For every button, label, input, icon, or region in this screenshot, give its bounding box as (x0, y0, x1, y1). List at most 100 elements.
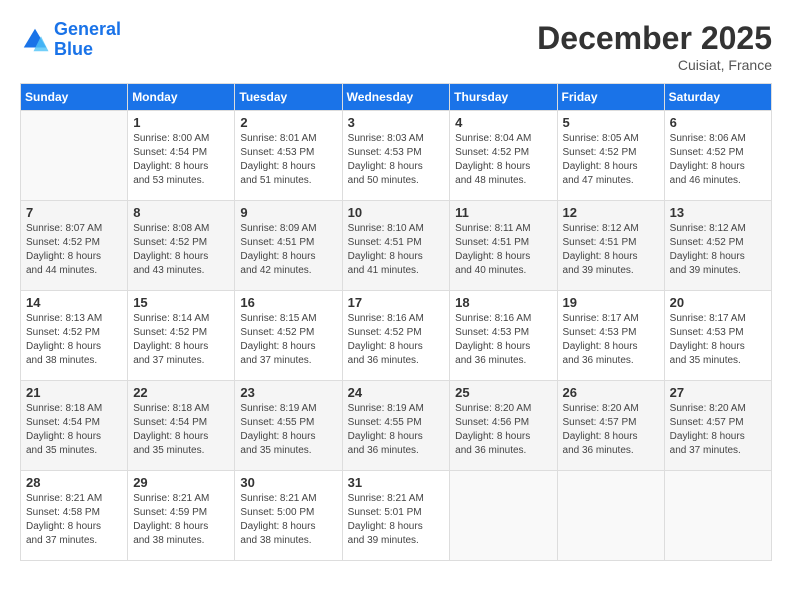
calendar-cell: 27Sunrise: 8:20 AMSunset: 4:57 PMDayligh… (664, 381, 771, 471)
calendar-table: SundayMondayTuesdayWednesdayThursdayFrid… (20, 83, 772, 561)
calendar-cell (21, 111, 128, 201)
day-number: 23 (240, 385, 336, 400)
day-info: Sunrise: 8:03 AMSunset: 4:53 PMDaylight:… (348, 132, 445, 188)
day-number: 12 (563, 205, 659, 220)
day-info: Sunrise: 8:11 AMSunset: 4:51 PMDaylight:… (455, 222, 551, 278)
day-number: 18 (455, 295, 551, 310)
month-title: December 2025 (537, 20, 772, 57)
calendar-cell: 23 Sunrise: 8:19 AMSunset: 4:55 PMDayligh… (235, 381, 342, 471)
calendar-cell: 6Sunrise: 8:06 AMSunset: 4:52 PMDaylight… (664, 111, 771, 201)
calendar-week-row: 21 Sunrise: 8:18 AMSunset: 4:54 PMDayligh… (21, 381, 772, 471)
calendar-cell: 28Sunrise: 8:21 AMSunset: 4:58 PMDayligh… (21, 471, 128, 561)
location: Cuisiat, France (537, 57, 772, 73)
calendar-cell: 7Sunrise: 8:07 AMSunset: 4:52 PMDaylight… (21, 201, 128, 291)
day-number: 5 (563, 115, 659, 130)
day-info: Sunrise: 8:00 AMSunset: 4:54 PMDaylight:… (133, 132, 229, 188)
calendar-cell (557, 471, 664, 561)
calendar-cell: 15 Sunrise: 8:14 AMSunset: 4:52 PMDayligh… (128, 291, 235, 381)
calendar-cell: 9 Sunrise: 8:09 AMSunset: 4:51 PMDaylight… (235, 201, 342, 291)
calendar-cell: 8 Sunrise: 8:08 AMSunset: 4:52 PMDaylight… (128, 201, 235, 291)
calendar-cell: 14Sunrise: 8:13 AMSunset: 4:52 PMDayligh… (21, 291, 128, 381)
day-number: 24 (348, 385, 445, 400)
logo: General Blue (20, 20, 121, 60)
calendar-cell (664, 471, 771, 561)
day-info: Sunrise: 8:19 AMSunset: 4:55 PMDaylight:… (240, 402, 336, 458)
day-number: 4 (455, 115, 551, 130)
day-number: 15 (133, 295, 229, 310)
calendar-cell: 10Sunrise: 8:10 AMSunset: 4:51 PMDayligh… (342, 201, 450, 291)
day-info: Sunrise: 8:20 AMSunset: 4:56 PMDaylight:… (455, 402, 551, 458)
day-number: 11 (455, 205, 551, 220)
calendar-cell: 12 Sunrise: 8:12 AMSunset: 4:51 PMDayligh… (557, 201, 664, 291)
weekday-header-wednesday: Wednesday (342, 84, 450, 111)
calendar-cell: 2 Sunrise: 8:01 AMSunset: 4:53 PMDaylight… (235, 111, 342, 201)
day-info: Sunrise: 8:01 AMSunset: 4:53 PMDaylight:… (240, 132, 336, 188)
day-info: Sunrise: 8:15 AMSunset: 4:52 PMDaylight:… (240, 312, 336, 368)
day-info: Sunrise: 8:07 AMSunset: 4:52 PMDaylight:… (26, 222, 122, 278)
title-area: December 2025 Cuisiat, France (537, 20, 772, 73)
calendar-cell (450, 471, 557, 561)
day-info: Sunrise: 8:05 AMSunset: 4:52 PMDaylight:… (563, 132, 659, 188)
calendar-cell: 24 Sunrise: 8:19 AMSunset: 4:55 PMDayligh… (342, 381, 450, 471)
day-number: 26 (563, 385, 659, 400)
day-number: 25 (455, 385, 551, 400)
day-number: 9 (240, 205, 336, 220)
calendar-cell: 22 Sunrise: 8:18 AMSunset: 4:54 PMDayligh… (128, 381, 235, 471)
day-info: Sunrise: 8:08 AMSunset: 4:52 PMDaylight:… (133, 222, 229, 278)
day-info: Sunrise: 8:20 AMSunset: 4:57 PMDaylight:… (563, 402, 659, 458)
day-number: 19 (563, 295, 659, 310)
day-info: Sunrise: 8:04 AMSunset: 4:52 PMDaylight:… (455, 132, 551, 188)
day-info: Sunrise: 8:21 AMSunset: 5:00 PMDaylight:… (240, 492, 336, 548)
weekday-header-saturday: Saturday (664, 84, 771, 111)
calendar-cell: 26 Sunrise: 8:20 AMSunset: 4:57 PMDayligh… (557, 381, 664, 471)
day-info: Sunrise: 8:12 AMSunset: 4:51 PMDaylight:… (563, 222, 659, 278)
calendar-week-row: 28Sunrise: 8:21 AMSunset: 4:58 PMDayligh… (21, 471, 772, 561)
calendar-cell: 19 Sunrise: 8:17 AMSunset: 4:53 PMDayligh… (557, 291, 664, 381)
calendar-cell: 1Sunrise: 8:00 AMSunset: 4:54 PMDaylight… (128, 111, 235, 201)
day-number: 29 (133, 475, 229, 490)
day-number: 20 (670, 295, 766, 310)
calendar-cell: 16 Sunrise: 8:15 AMSunset: 4:52 PMDayligh… (235, 291, 342, 381)
day-info: Sunrise: 8:21 AMSunset: 4:59 PMDaylight:… (133, 492, 229, 548)
calendar-cell: 18 Sunrise: 8:16 AMSunset: 4:53 PMDayligh… (450, 291, 557, 381)
day-info: Sunrise: 8:18 AMSunset: 4:54 PMDaylight:… (133, 402, 229, 458)
calendar-cell: 17 Sunrise: 8:16 AMSunset: 4:52 PMDayligh… (342, 291, 450, 381)
day-number: 28 (26, 475, 122, 490)
calendar-cell: 20Sunrise: 8:17 AMSunset: 4:53 PMDayligh… (664, 291, 771, 381)
calendar-cell: 11 Sunrise: 8:11 AMSunset: 4:51 PMDayligh… (450, 201, 557, 291)
day-number: 3 (348, 115, 445, 130)
calendar-cell: 30 Sunrise: 8:21 AMSunset: 5:00 PMDayligh… (235, 471, 342, 561)
day-number: 17 (348, 295, 445, 310)
day-number: 8 (133, 205, 229, 220)
day-info: Sunrise: 8:14 AMSunset: 4:52 PMDaylight:… (133, 312, 229, 368)
day-number: 30 (240, 475, 336, 490)
weekday-header-tuesday: Tuesday (235, 84, 342, 111)
calendar-cell: 3 Sunrise: 8:03 AMSunset: 4:53 PMDaylight… (342, 111, 450, 201)
calendar-cell: 13Sunrise: 8:12 AMSunset: 4:52 PMDayligh… (664, 201, 771, 291)
day-info: Sunrise: 8:10 AMSunset: 4:51 PMDaylight:… (348, 222, 445, 278)
day-number: 16 (240, 295, 336, 310)
calendar-week-row: 7Sunrise: 8:07 AMSunset: 4:52 PMDaylight… (21, 201, 772, 291)
day-info: Sunrise: 8:16 AMSunset: 4:52 PMDaylight:… (348, 312, 445, 368)
calendar-cell: 31 Sunrise: 8:21 AMSunset: 5:01 PMDayligh… (342, 471, 450, 561)
day-number: 2 (240, 115, 336, 130)
day-number: 22 (133, 385, 229, 400)
logo-icon (20, 25, 50, 55)
day-number: 21 (26, 385, 122, 400)
day-info: Sunrise: 8:18 AMSunset: 4:54 PMDaylight:… (26, 402, 122, 458)
weekday-header-sunday: Sunday (21, 84, 128, 111)
calendar-cell: 4 Sunrise: 8:04 AMSunset: 4:52 PMDaylight… (450, 111, 557, 201)
calendar-cell: 5 Sunrise: 8:05 AMSunset: 4:52 PMDaylight… (557, 111, 664, 201)
calendar-cell: 21 Sunrise: 8:18 AMSunset: 4:54 PMDayligh… (21, 381, 128, 471)
logo-text: General Blue (54, 20, 121, 60)
day-info: Sunrise: 8:21 AMSunset: 5:01 PMDaylight:… (348, 492, 445, 548)
calendar-cell: 25 Sunrise: 8:20 AMSunset: 4:56 PMDayligh… (450, 381, 557, 471)
day-info: Sunrise: 8:17 AMSunset: 4:53 PMDaylight:… (563, 312, 659, 368)
day-info: Sunrise: 8:16 AMSunset: 4:53 PMDaylight:… (455, 312, 551, 368)
day-info: Sunrise: 8:09 AMSunset: 4:51 PMDaylight:… (240, 222, 336, 278)
day-number: 31 (348, 475, 445, 490)
calendar-week-row: 1Sunrise: 8:00 AMSunset: 4:54 PMDaylight… (21, 111, 772, 201)
weekday-header-monday: Monday (128, 84, 235, 111)
day-number: 13 (670, 205, 766, 220)
day-info: Sunrise: 8:19 AMSunset: 4:55 PMDaylight:… (348, 402, 445, 458)
